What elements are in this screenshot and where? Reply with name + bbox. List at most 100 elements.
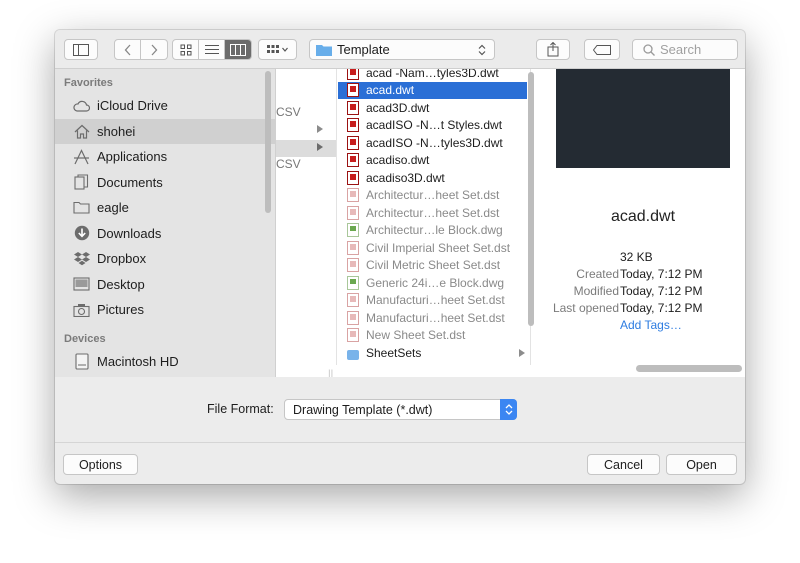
- sidebar-item-label: iCloud Drive: [97, 98, 168, 114]
- sidebar-item-icloud-drive[interactable]: iCloud Drive: [55, 93, 275, 119]
- dst-file-icon: [347, 293, 359, 308]
- divider: [55, 442, 745, 443]
- tag-icon: [593, 44, 611, 55]
- sidebar-item-label: shohei: [97, 123, 136, 139]
- file-name: acad3D.dwt: [366, 100, 430, 115]
- sidebar-item-applications[interactable]: Applications: [55, 144, 275, 170]
- sidebar-scrollbar[interactable]: [265, 71, 271, 213]
- hard-drive-icon: [73, 353, 90, 370]
- file-row-selected[interactable]: acad.dwt: [338, 81, 527, 99]
- sidebar-item-label: Dropbox: [97, 251, 147, 267]
- dst-file-icon: [347, 188, 359, 203]
- sidebar-item-shohei[interactable]: shohei: [55, 118, 275, 144]
- options-button[interactable]: Options: [63, 454, 138, 475]
- parent-item[interactable]: CSV: [276, 157, 336, 174]
- file-row[interactable]: Architectur…heet Set.dst: [338, 204, 527, 222]
- sidebar-item-dropbox[interactable]: Dropbox: [55, 246, 275, 272]
- favorites-header: Favorites: [64, 77, 113, 89]
- file-name: Generic 24i…e Block.dwg: [366, 275, 505, 290]
- chevron-right-icon: [151, 44, 158, 55]
- arrange-grid-icon: [266, 44, 288, 53]
- file-format-popup[interactable]: Drawing Template (*.dwt): [284, 399, 517, 420]
- sidebar-item-label: Macintosh HD: [97, 353, 179, 369]
- file-row[interactable]: acadiso.dwt: [338, 152, 527, 170]
- parent-item[interactable]: CSV: [276, 105, 336, 122]
- path-folder-label: Template: [337, 42, 390, 57]
- file-row[interactable]: New Sheet Set.dst: [338, 327, 527, 345]
- sidebar-item-downloads[interactable]: Downloads: [55, 221, 275, 247]
- sidebar-item-label: Downloads: [97, 225, 162, 241]
- back-button[interactable]: [115, 40, 141, 59]
- file-row[interactable]: acad3D.dwt: [338, 99, 527, 117]
- last-opened-label: Last opened: [552, 301, 619, 315]
- file-name: acadiso3D.dwt: [366, 170, 445, 185]
- camera-icon: [73, 301, 90, 318]
- file-name: acadISO -N…t Styles.dwt: [366, 118, 503, 133]
- file-name: Manufacturi…heet Set.dst: [366, 293, 505, 308]
- file-row[interactable]: Generic 24i…e Block.dwg: [338, 274, 527, 292]
- cancel-button-label: Cancel: [604, 457, 643, 472]
- sidebar-toggle-button[interactable]: [64, 39, 98, 60]
- horizontal-scrollbar[interactable]: [636, 365, 742, 372]
- preview-size: 32 KB: [620, 250, 653, 264]
- updown-chevron-icon: [478, 44, 486, 56]
- sidebar-item-pictures[interactable]: Pictures: [55, 297, 275, 323]
- dst-file-icon: [347, 310, 359, 325]
- dwt-file-icon: [347, 170, 359, 185]
- columns-icon: [230, 43, 246, 56]
- path-popup[interactable]: Template: [309, 39, 495, 60]
- column-view-button[interactable]: [225, 40, 251, 59]
- list-view-button[interactable]: [199, 40, 225, 59]
- file-row[interactable]: acadISO -N…tyles3D.dwt: [338, 134, 527, 152]
- file-row[interactable]: acad -Nam…tyles3D.dwt: [338, 69, 527, 82]
- file-row[interactable]: Architectur…le Block.dwg: [338, 222, 527, 240]
- column-resize-handle[interactable]: ||: [328, 369, 333, 377]
- folder-name: SheetSets: [366, 345, 422, 360]
- file-row[interactable]: Civil Metric Sheet Set.dst: [338, 257, 527, 275]
- file-name: acad -Nam…tyles3D.dwt: [366, 69, 499, 80]
- preview-pane: acad.dwt 32 KB Created Today, 7:12 PM Mo…: [541, 69, 745, 365]
- file-row[interactable]: Architectur…heet Set.dst: [338, 187, 527, 205]
- icon-view-button[interactable]: [173, 40, 199, 59]
- sidebar-item-documents[interactable]: Documents: [55, 170, 275, 196]
- file-name: acadiso.dwt: [366, 153, 430, 168]
- dst-file-icon: [347, 258, 359, 273]
- dropbox-icon: [73, 250, 90, 267]
- file-row[interactable]: Manufacturi…heet Set.dst: [338, 292, 527, 310]
- file-row[interactable]: acadiso3D.dwt: [338, 169, 527, 187]
- disclosure-arrow-icon: [519, 349, 525, 357]
- disclosure-arrow-icon: [317, 125, 323, 133]
- sidebar-item-label: eagle: [97, 200, 129, 216]
- dwt-file-icon: [347, 153, 359, 168]
- parent-item-label: CSV: [276, 105, 301, 119]
- sidebar-item-desktop[interactable]: Desktop: [55, 272, 275, 298]
- dwt-file-icon: [347, 100, 359, 115]
- file-row[interactable]: Manufacturi…heet Set.dst: [338, 309, 527, 327]
- modified-value: Today, 7:12 PM: [620, 284, 703, 298]
- dwg-file-icon: [347, 223, 359, 238]
- files-column: acad -Nam…tyles3D.dwt acad.dwt acad3D.dw…: [338, 69, 531, 365]
- file-browser: CSV CSV || acad -Nam…tyles3D.dwt acad.dw…: [276, 69, 745, 377]
- search-field[interactable]: Search: [632, 39, 738, 60]
- folder-row[interactable]: SheetSets: [338, 344, 527, 362]
- files-scrollbar[interactable]: [528, 72, 534, 326]
- file-name: Architectur…heet Set.dst: [366, 188, 500, 203]
- tag-button[interactable]: [584, 39, 620, 60]
- share-button[interactable]: [536, 39, 570, 60]
- file-row[interactable]: Civil Imperial Sheet Set.dst: [338, 239, 527, 257]
- arrange-button[interactable]: [258, 39, 297, 60]
- forward-button[interactable]: [141, 40, 167, 59]
- parent-item-selected[interactable]: [276, 140, 336, 157]
- folder-icon: [347, 349, 359, 360]
- downloads-icon: [73, 225, 90, 242]
- cancel-button[interactable]: Cancel: [587, 454, 660, 475]
- sidebar-item-eagle[interactable]: eagle: [55, 195, 275, 221]
- parent-column: CSV CSV ||: [276, 69, 337, 377]
- sidebar-item-label: Applications: [97, 149, 168, 165]
- sidebar-item-macintosh-hd[interactable]: Macintosh HD: [55, 349, 275, 375]
- file-row[interactable]: acadISO -N…t Styles.dwt: [338, 117, 527, 135]
- open-button[interactable]: Open: [666, 454, 737, 475]
- add-tags-link[interactable]: Add Tags…: [620, 318, 682, 332]
- file-format-label: File Format:: [207, 402, 274, 416]
- devices-header: Devices: [64, 332, 106, 345]
